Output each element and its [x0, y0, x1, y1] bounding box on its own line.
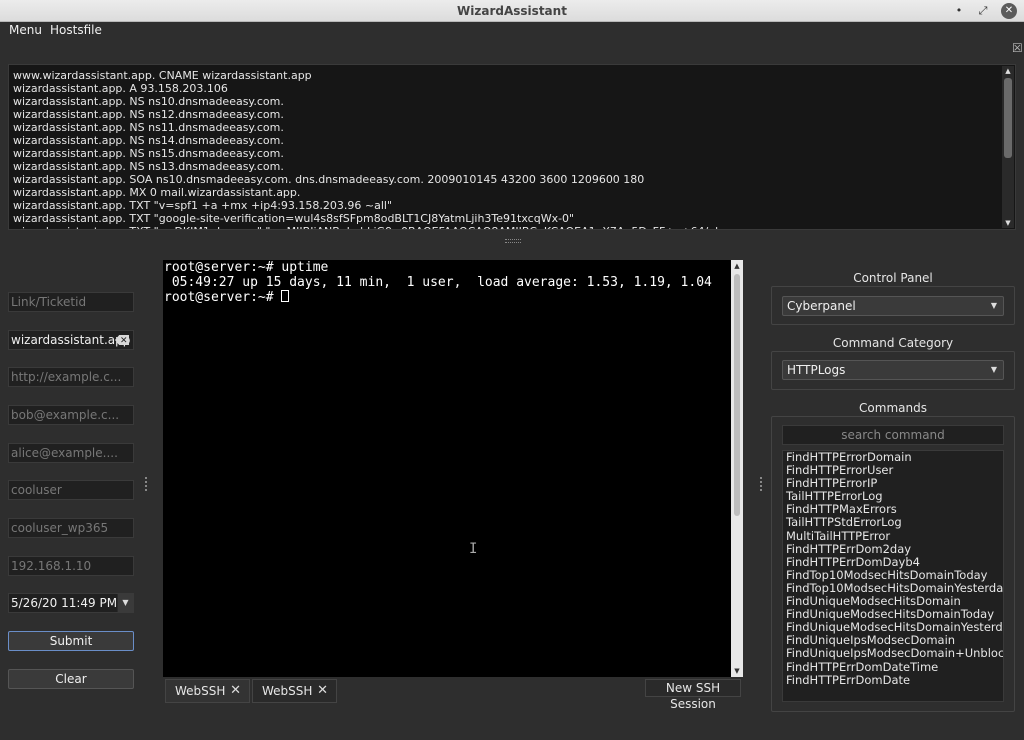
commands-title: Commands — [859, 401, 927, 415]
chevron-down-icon: ▼ — [990, 301, 997, 310]
dns-scrollbar[interactable]: ▲ ▼ — [1002, 66, 1014, 228]
terminal-prompt: root@server:~# — [164, 290, 282, 305]
dns-record-list: www.wizardassistant.app. CNAME wizardass… — [13, 69, 999, 229]
dns-record-line: wizardassistant.app. TXT "google-site-ve… — [13, 212, 575, 225]
dns-record-line: wizardassistant.app. A 93.158.203.106 — [13, 82, 228, 95]
terminal-line: root@server:~# uptime — [164, 260, 329, 275]
terminal-line: 05:49:27 up 15 days, 11 min, 1 user, loa… — [164, 275, 712, 290]
command-category-select[interactable]: HTTPLogs ▼ — [782, 360, 1004, 380]
datetime-picker[interactable]: 5/26/20 11:49 PM ▼ — [8, 593, 134, 613]
datetime-value: 5/26/20 11:49 PM — [11, 596, 118, 610]
scroll-up-icon[interactable]: ▲ — [1002, 66, 1014, 76]
search-command-input[interactable]: search command — [782, 425, 1004, 445]
terminal-output: root@server:~# uptime 05:49:27 up 15 day… — [164, 260, 712, 305]
command-category-title: Command Category — [832, 336, 954, 350]
tab-label: WebSSH — [175, 684, 226, 698]
menu-item-hostsfile[interactable]: Hostsfile — [50, 23, 102, 37]
dns-record-line: wizardassistant.app. NS ns13.dnsmadeeasy… — [13, 160, 284, 173]
scroll-thumb[interactable] — [1004, 78, 1012, 158]
dns-record-line: wizardassistant.app. NS ns11.dnsmadeeasy… — [13, 121, 284, 134]
scroll-down-icon[interactable]: ▼ — [731, 665, 743, 677]
close-tab-icon[interactable]: ✕ — [317, 680, 328, 702]
email-field-2[interactable]: alice@example.... — [8, 443, 134, 463]
command-list-item[interactable]: FindTop10ModsecHitsDomainToday — [783, 568, 1003, 582]
menu-bar: Menu Hostsfile — [0, 22, 1024, 40]
left-splitter-handle[interactable] — [145, 477, 148, 491]
dns-record-line: wizardassistant.app. NS ns14.dnsmadeeasy… — [13, 134, 284, 147]
scroll-thumb[interactable] — [734, 274, 740, 516]
command-list-item[interactable]: FindHTTPErrDomDateTime — [783, 660, 1003, 674]
email-field-1[interactable]: bob@example.c... — [8, 405, 134, 425]
tab-webssh-1[interactable]: WebSSH ✕ — [165, 679, 250, 703]
dns-record-line: wizardassistant.app. MX 0 mail.wizardass… — [13, 186, 301, 199]
title-bar: WizardAssistant • ⤢ ✕ — [0, 0, 1024, 22]
submit-button[interactable]: Submit — [8, 631, 134, 651]
chevron-down-icon: ▼ — [990, 365, 997, 374]
minimize-icon[interactable]: • — [951, 3, 967, 19]
dns-record-line: www.wizardassistant.app. CNAME wizardass… — [13, 69, 312, 82]
domain-value: wizardassistant.app — [11, 333, 131, 347]
panel-close-icon[interactable]: ☒ — [1012, 41, 1023, 55]
text-cursor-icon: I — [469, 541, 478, 557]
url-field[interactable]: http://example.c... — [8, 367, 134, 387]
ip-field[interactable]: 192.168.1.10 — [8, 556, 134, 576]
tab-webssh-2[interactable]: WebSSH ✕ — [252, 679, 337, 703]
window-title: WizardAssistant — [457, 4, 567, 18]
dns-record-line: wizardassistant.app. SOA ns10.dnsmadeeas… — [13, 173, 645, 186]
dns-record-line: wizardassistant.app. TXT "v=spf1 +a +mx … — [13, 199, 393, 212]
tab-label: WebSSH — [262, 684, 313, 698]
dns-record-line: wizardassistant.app. NS ns12.dnsmadeeasy… — [13, 108, 284, 121]
terminal-cursor — [281, 290, 290, 302]
clear-button[interactable]: Clear — [8, 669, 134, 689]
control-panel-value: Cyberpanel — [787, 299, 856, 313]
command-list-item[interactable]: FindHTTPErrDomDate — [783, 673, 1003, 687]
new-ssh-session-button[interactable]: New SSH Session — [645, 679, 741, 711]
command-list-item[interactable]: FindHTTPErrDom2day — [783, 542, 1003, 556]
command-category-value: HTTPLogs — [787, 363, 846, 377]
username-field[interactable]: cooluser — [8, 480, 134, 500]
dns-output[interactable]: www.wizardassistant.app. CNAME wizardass… — [8, 64, 1016, 230]
terminal-scrollbar[interactable]: ▲ ▼ — [731, 260, 743, 677]
command-list-item[interactable]: TailHTTPStdErrorLog — [783, 516, 1003, 529]
chevron-down-icon[interactable]: ▼ — [117, 594, 133, 612]
domain-field[interactable]: wizardassistant.app ✕ — [8, 330, 134, 350]
control-panel-title: Control Panel — [853, 271, 933, 285]
control-panel-select[interactable]: Cyberpanel ▼ — [782, 296, 1004, 316]
link-ticketid-field[interactable]: Link/Ticketid — [8, 292, 134, 312]
terminal[interactable]: root@server:~# uptime 05:49:27 up 15 day… — [163, 260, 743, 677]
scroll-up-icon[interactable]: ▲ — [731, 260, 743, 272]
menu-item-menu[interactable]: Menu — [9, 23, 42, 37]
dns-record-line: wizardassistant.app. NS ns10.dnsmadeeasy… — [13, 95, 284, 108]
close-tab-icon[interactable]: ✕ — [230, 680, 241, 702]
close-icon[interactable]: ✕ — [1001, 3, 1017, 19]
dns-record-line: wizardassistant.app. TXT "v=DKIM1; k=rsa… — [13, 225, 999, 229]
horizontal-splitter[interactable] — [505, 239, 521, 243]
command-list-item[interactable]: FindUniqueIpsModsecDomain+Unblock — [783, 647, 1003, 660]
scroll-down-icon[interactable]: ▼ — [1002, 218, 1014, 228]
right-splitter-handle[interactable] — [760, 477, 763, 491]
command-list-item[interactable]: MultiTailHTTPError — [783, 529, 1003, 543]
restore-icon[interactable]: ⤢ — [975, 3, 991, 19]
dns-record-line: wizardassistant.app. NS ns15.dnsmadeeasy… — [13, 147, 284, 160]
terminal-prompt-line: root@server:~# — [164, 290, 712, 305]
db-user-field[interactable]: cooluser_wp365 — [8, 518, 134, 538]
command-list-item[interactable]: FindHTTPErrDomDayb4 — [783, 555, 1003, 569]
command-list[interactable]: FindHTTPErrorDomain FindHTTPErrorUser Find… — [782, 450, 1004, 702]
